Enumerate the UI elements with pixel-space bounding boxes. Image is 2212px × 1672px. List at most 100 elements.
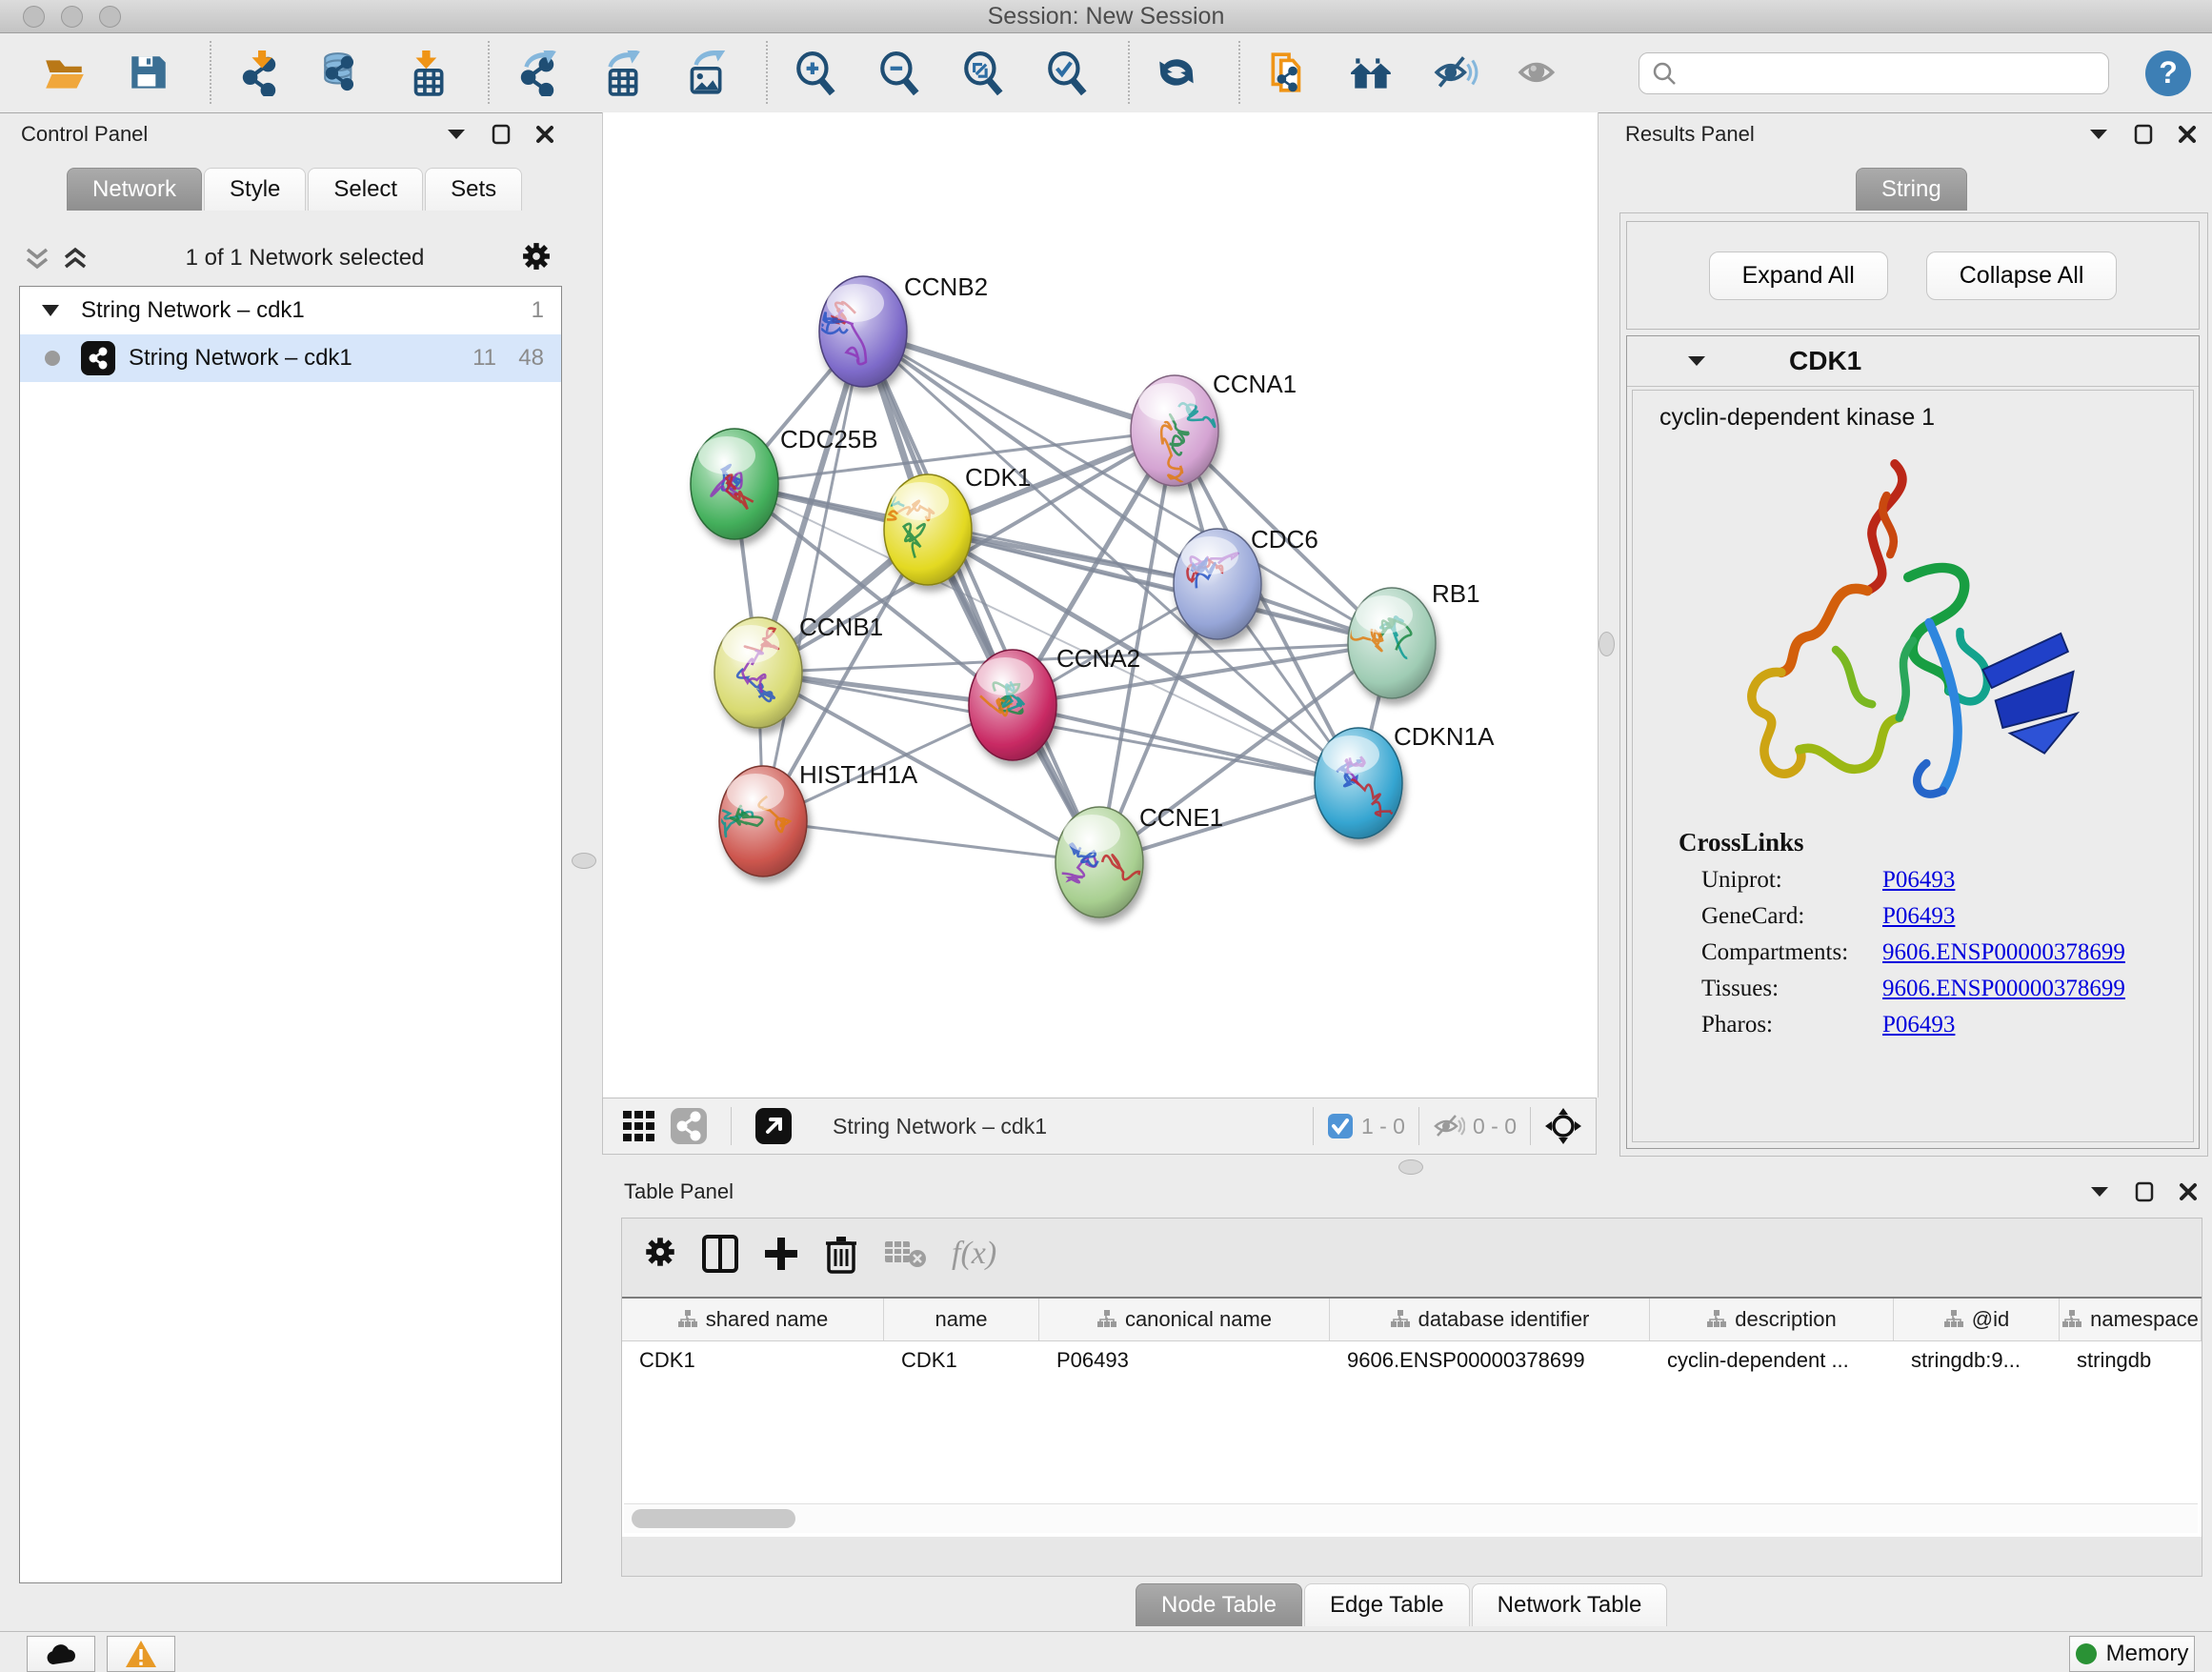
warnings-button[interactable] — [107, 1636, 175, 1672]
network-node-CDC6[interactable] — [1174, 529, 1261, 639]
search-box[interactable] — [1639, 52, 2109, 94]
node-label-CCNE1: CCNE1 — [1139, 803, 1223, 832]
save-session-button[interactable] — [122, 47, 175, 100]
show-graphics-details-button[interactable] — [1513, 47, 1566, 100]
expand-all-button[interactable]: Expand All — [1709, 252, 1888, 300]
expand-all-icon[interactable] — [61, 244, 90, 272]
close-panel-icon[interactable] — [2179, 1182, 2198, 1201]
search-input[interactable] — [1678, 60, 2108, 87]
table-toolbar: f(x) — [622, 1219, 2202, 1287]
column-header-shared-name[interactable]: shared name — [622, 1299, 884, 1340]
birdseye-view-icon[interactable] — [1538, 1103, 1588, 1149]
add-column-icon[interactable] — [763, 1236, 799, 1272]
crosslink-link[interactable]: P06493 — [1882, 903, 1955, 930]
crosslink-link[interactable]: P06493 — [1882, 1012, 1955, 1038]
network-node-CCNA1[interactable] — [1131, 375, 1218, 486]
column-header-canonical-name[interactable]: canonical name — [1039, 1299, 1330, 1340]
table-row[interactable]: CDK1CDK1P064939606.ENSP00000378699cyclin… — [622, 1341, 2202, 1380]
zoom-selected-button[interactable] — [1040, 47, 1094, 100]
column-header-namespace[interactable]: namespace — [2060, 1299, 2202, 1340]
collapse-panel-icon[interactable] — [446, 128, 467, 141]
cloud-button[interactable] — [27, 1636, 95, 1672]
hide-selected-button[interactable] — [1429, 47, 1482, 100]
export-image-button[interactable] — [678, 47, 732, 100]
tab-sets[interactable]: Sets — [425, 168, 522, 211]
network-node-CCNB1[interactable] — [714, 617, 802, 728]
export-network-button[interactable] — [511, 47, 564, 100]
crosslink-link[interactable]: 9606.ENSP00000378699 — [1882, 976, 2125, 1002]
column-header-description[interactable]: description — [1650, 1299, 1894, 1340]
import-database-button[interactable] — [316, 47, 370, 100]
float-panel-icon[interactable] — [492, 124, 511, 145]
tab-edge-table[interactable]: Edge Table — [1304, 1583, 1470, 1626]
delete-column-icon[interactable] — [824, 1234, 858, 1274]
open-session-button[interactable] — [38, 47, 91, 100]
network-node-CDC25B[interactable] — [691, 429, 778, 539]
tab-node-table[interactable]: Node Table — [1136, 1583, 1302, 1626]
hidden-eye-icon[interactable] — [1433, 1113, 1465, 1139]
right-splitter-handle[interactable] — [1599, 632, 1615, 656]
zoom-window-button[interactable] — [99, 6, 121, 28]
crosslink-link[interactable]: P06493 — [1882, 867, 1955, 894]
refresh-view-button[interactable] — [1151, 47, 1204, 100]
tab-network[interactable]: Network — [67, 168, 202, 211]
column-header-name[interactable]: name — [884, 1299, 1039, 1340]
minimize-window-button[interactable] — [61, 6, 83, 28]
network-canvas[interactable]: CCNB2CCNA1CDC25BCDK1CDC6RB1CCNB1CCNA2CDK… — [602, 112, 1599, 1098]
table-cell: cyclin-dependent ... — [1650, 1348, 1894, 1373]
protein-expander-icon[interactable] — [1686, 354, 1707, 368]
float-panel-icon[interactable] — [2134, 124, 2153, 145]
collapse-all-button[interactable]: Collapse All — [1926, 252, 2118, 300]
tab-style[interactable]: Style — [204, 168, 306, 211]
network-edge[interactable] — [863, 332, 1175, 431]
zoom-out-button[interactable] — [873, 47, 926, 100]
tab-string[interactable]: String — [1856, 168, 1967, 211]
network-node-RB1[interactable] — [1348, 588, 1436, 698]
network-edge[interactable] — [1013, 705, 1358, 783]
tree-expander-icon[interactable] — [41, 304, 60, 317]
zoom-fit-button[interactable] — [956, 47, 1010, 100]
duplicate-network-button[interactable] — [1261, 47, 1315, 100]
network-node-HIST1H1A[interactable] — [716, 766, 807, 876]
left-splitter-handle[interactable] — [572, 853, 596, 869]
close-window-button[interactable] — [23, 6, 45, 28]
bottom-splitter-handle[interactable] — [1398, 1159, 1423, 1175]
collapse-all-icon[interactable] — [23, 244, 51, 272]
network-collection-row[interactable]: String Network – cdk1 1 — [20, 287, 561, 334]
first-neighbors-button[interactable] — [1345, 47, 1398, 100]
column-header-database-identifier[interactable]: database identifier — [1330, 1299, 1650, 1340]
collapse-panel-icon[interactable] — [2089, 1185, 2110, 1199]
close-panel-icon[interactable] — [535, 125, 554, 144]
tab-network-table[interactable]: Network Table — [1472, 1583, 1668, 1626]
column-header-@id[interactable]: @id — [1894, 1299, 2060, 1340]
network-tree: String Network – cdk1 1 String Network –… — [19, 286, 562, 1583]
network-row-selected[interactable]: String Network – cdk1 11 48 — [20, 334, 561, 382]
show-columns-icon[interactable] — [702, 1235, 738, 1273]
selected-checkbox-icon[interactable] — [1327, 1113, 1354, 1139]
network-options-gear[interactable] — [520, 240, 553, 277]
import-table-button[interactable] — [400, 47, 453, 100]
protein-card-header[interactable]: CDK1 — [1627, 336, 2199, 387]
collapse-panel-icon[interactable] — [2088, 128, 2109, 141]
node-label-CDK1: CDK1 — [965, 463, 1031, 492]
network-node-CCNA2[interactable] — [969, 650, 1056, 760]
network-share-view-icon[interactable] — [664, 1103, 714, 1149]
table-h-scrollbar[interactable] — [624, 1503, 2198, 1533]
network-edge[interactable] — [928, 530, 1392, 643]
network-node-CCNB2[interactable] — [818, 276, 907, 387]
crosslink-link[interactable]: 9606.ENSP00000378699 — [1882, 939, 2125, 966]
grid-view-icon[interactable] — [614, 1103, 664, 1149]
zoom-in-button[interactable] — [789, 47, 842, 100]
tab-select[interactable]: Select — [308, 168, 423, 211]
memory-button[interactable]: Memory — [2069, 1636, 2195, 1672]
table-options-gear[interactable] — [643, 1235, 677, 1274]
network-edge[interactable] — [763, 821, 1099, 862]
help-button[interactable]: ? — [2142, 47, 2195, 100]
import-network-button[interactable] — [232, 47, 286, 100]
float-panel-icon[interactable] — [2135, 1181, 2154, 1202]
export-table-button[interactable] — [594, 47, 648, 100]
detach-view-icon[interactable] — [749, 1103, 798, 1149]
table-scroll-thumb[interactable] — [632, 1509, 795, 1528]
network-node-CCNE1[interactable] — [1056, 807, 1153, 917]
close-panel-icon[interactable] — [2178, 125, 2197, 144]
